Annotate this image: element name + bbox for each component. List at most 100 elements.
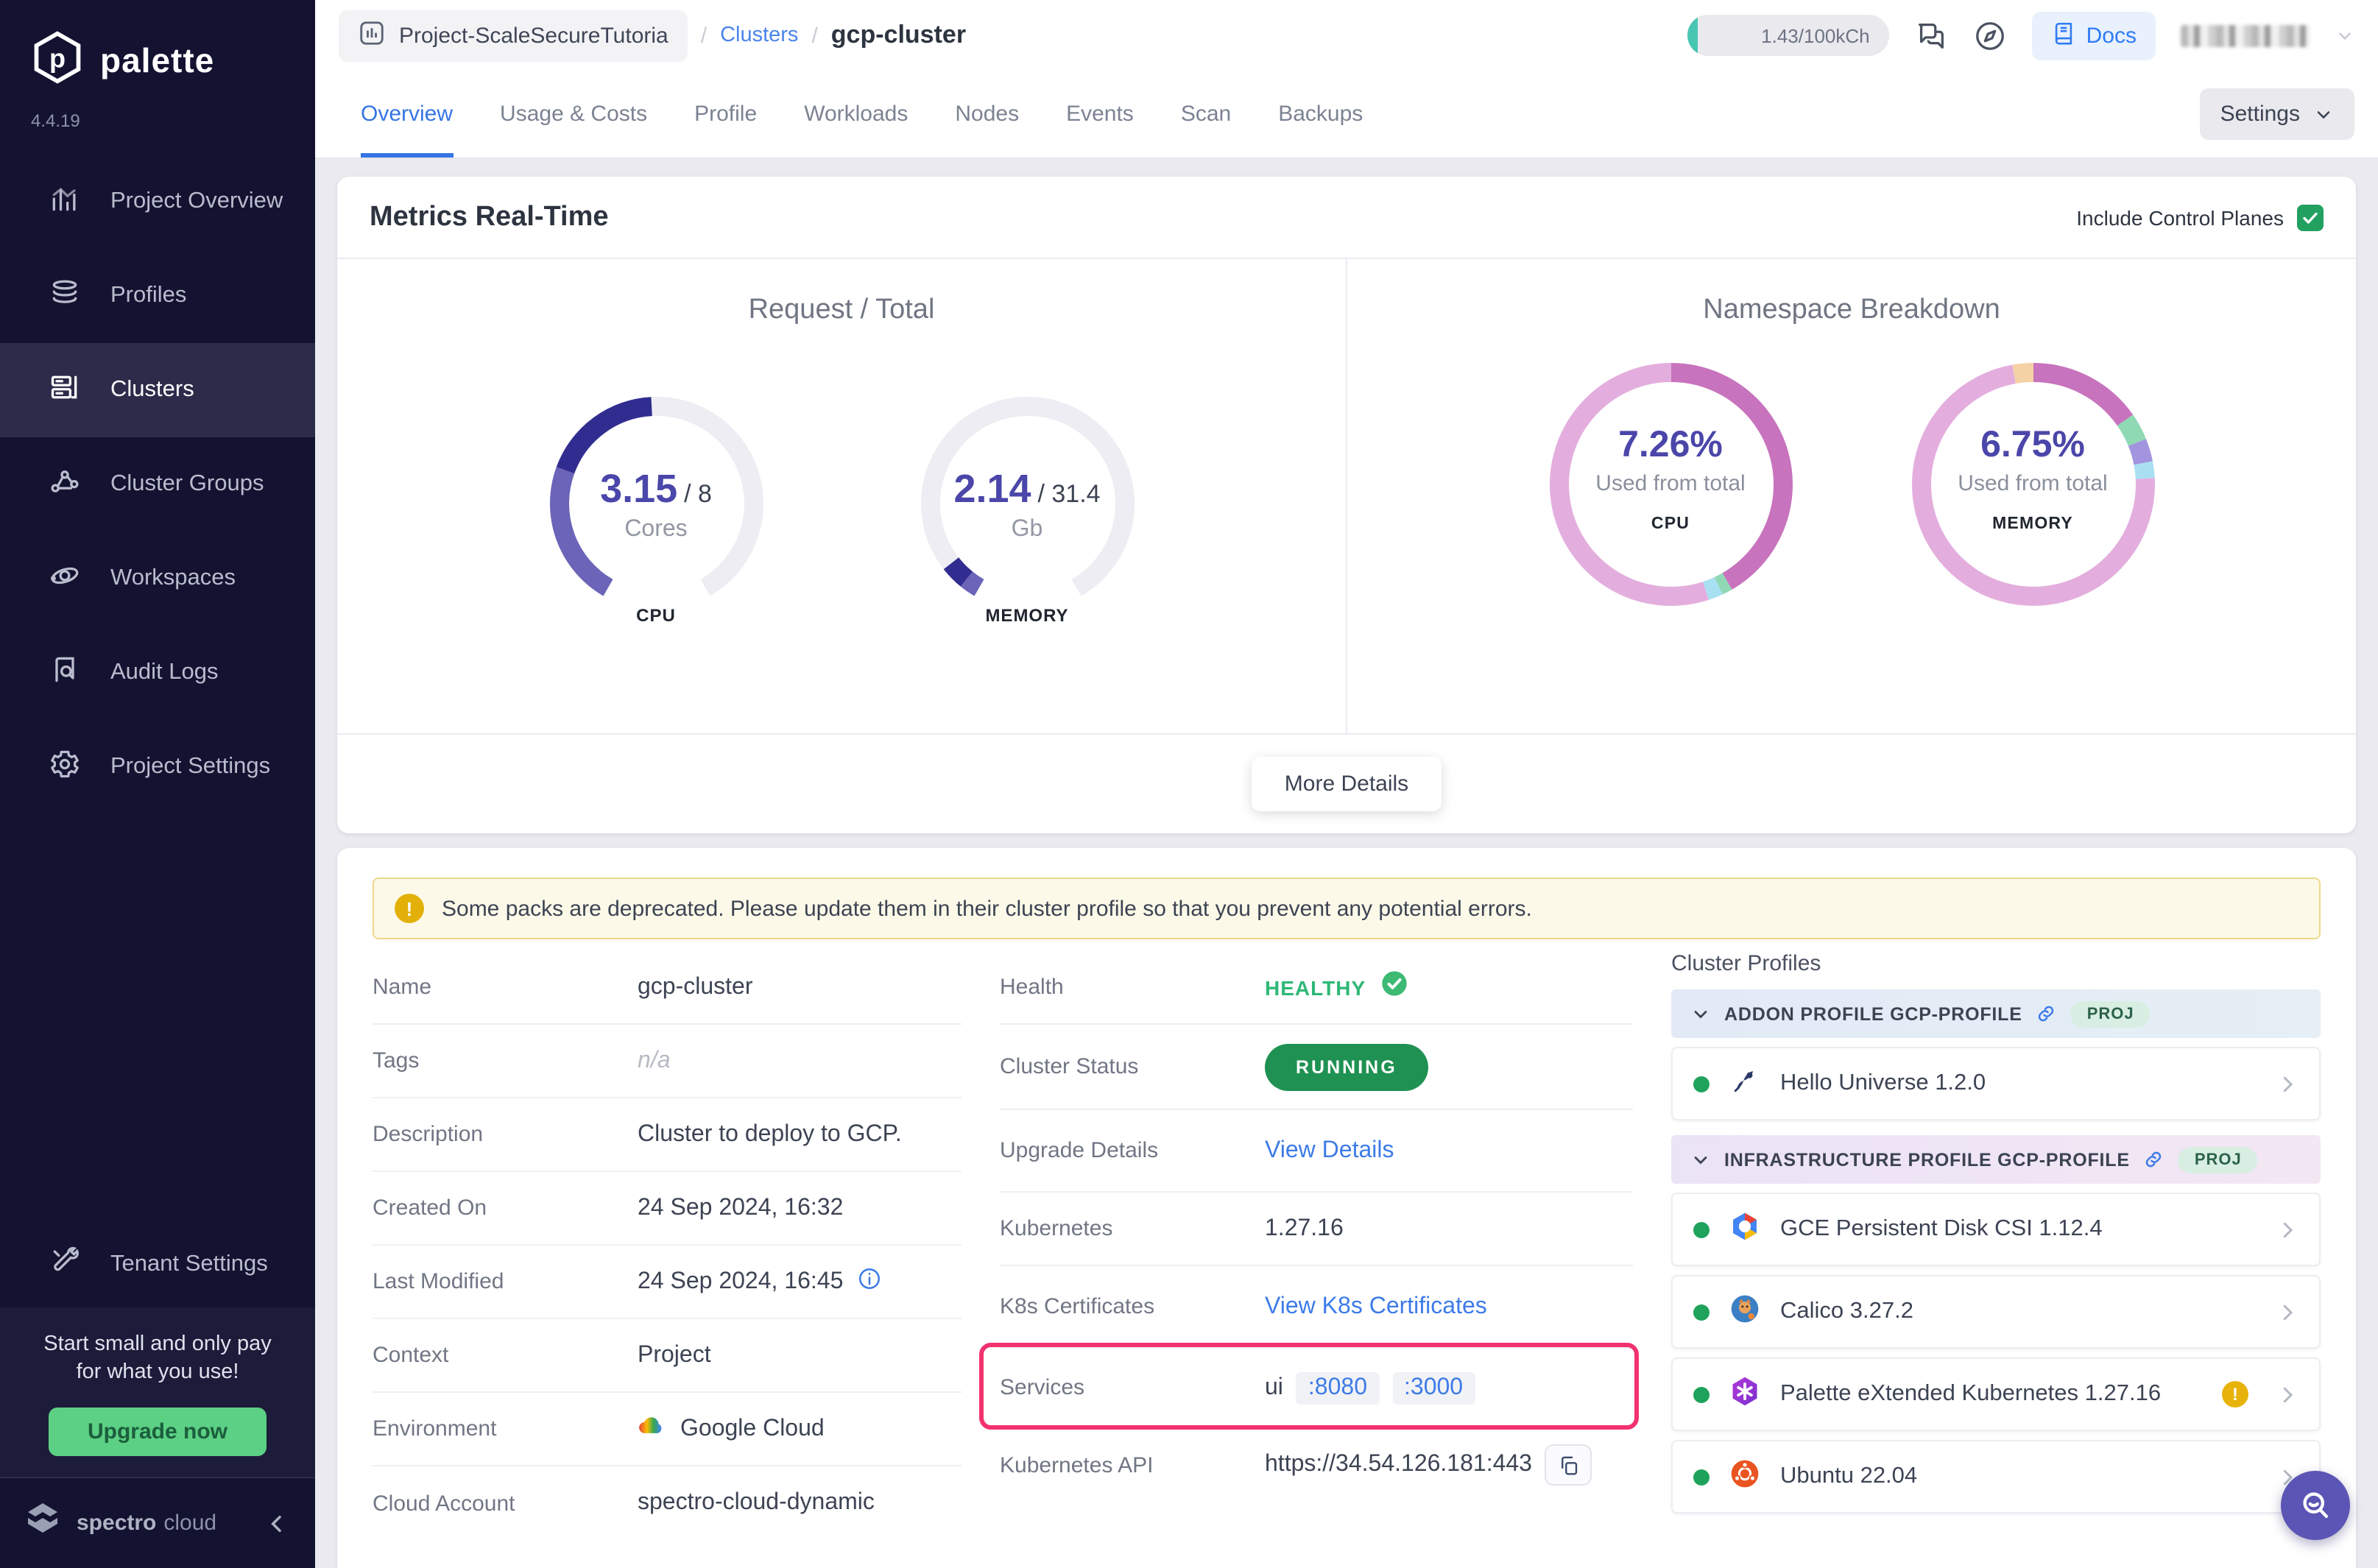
app-window: p palette 4.4.19 Project Overview Profil… — [0, 0, 2378, 1568]
description-value: Cluster to deploy to GCP. — [638, 1121, 902, 1148]
settings-dropdown-button[interactable]: Settings — [2200, 88, 2354, 140]
row-last-modified: Last Modified 24 Sep 2024, 16:45 — [373, 1246, 962, 1319]
tab-workloads[interactable]: Workloads — [804, 71, 908, 158]
include-control-planes-checkbox[interactable] — [2297, 204, 2324, 230]
sidebar-item-tenant-settings[interactable]: Tenant Settings — [0, 1222, 315, 1307]
cluster-name-value: gcp-cluster — [638, 974, 753, 1000]
cloud-account-value: spectro-cloud-dynamic — [638, 1490, 875, 1516]
memory-namespace-donut: 6.75% Used from total MEMORY — [1908, 359, 2158, 610]
doc-search-icon — [49, 653, 81, 693]
chevron-right-icon — [2276, 1383, 2298, 1405]
tab-usage-costs[interactable]: Usage & Costs — [500, 71, 647, 158]
sidebar-item-profiles[interactable]: Profiles — [0, 249, 315, 343]
pack-row-gce-disk[interactable]: GCE Persistent Disk CSI 1.12.4 — [1671, 1193, 2321, 1266]
pack-row-hello-universe[interactable]: Hello Universe 1.2.0 — [1671, 1047, 2321, 1120]
tab-overview[interactable]: Overview — [361, 71, 453, 158]
tab-profile[interactable]: Profile — [694, 71, 757, 158]
user-menu-chevron-down-icon[interactable] — [2335, 26, 2354, 45]
breadcrumb-clusters-link[interactable]: Clusters — [720, 24, 798, 47]
memory-request-value: 2.14 — [953, 467, 1031, 511]
pack-row-palette-extended-kubernetes[interactable]: Palette eXtended Kubernetes 1.27.16 ! — [1671, 1357, 2321, 1431]
pack-status-dot — [1693, 1386, 1710, 1402]
sidebar-item-project-settings[interactable]: Project Settings — [0, 720, 315, 814]
sidebar-item-cluster-groups[interactable]: Cluster Groups — [0, 437, 315, 532]
row-upgrade-details: Upgrade Details View Details — [1000, 1110, 1633, 1193]
pack-row-calico[interactable]: Calico 3.27.2 — [1671, 1275, 2321, 1349]
proj-scope-badge: PROJ — [2071, 1000, 2151, 1027]
brand-spectro: spectro — [77, 1511, 156, 1536]
docs-button[interactable]: Docs — [2032, 11, 2156, 60]
namespace-breakdown-title: Namespace Breakdown — [1703, 294, 2000, 327]
explore-compass-icon[interactable] — [1973, 18, 2007, 52]
breadcrumb-separator: / — [701, 23, 707, 48]
service-port-3000-link[interactable]: :3000 — [1392, 1371, 1475, 1404]
magnifier-smile-icon — [2296, 1486, 2335, 1525]
info-icon[interactable] — [856, 1265, 881, 1298]
tab-scan[interactable]: Scan — [1181, 71, 1231, 158]
cluster-status-pill[interactable]: RUNNING — [1265, 1043, 1428, 1090]
cpu-namespace-donut: 7.26% Used from total CPU — [1545, 359, 1796, 610]
promo-text: Start small and only pay for what you us… — [15, 1331, 300, 1388]
cluster-status-column: Health HEALTHY Cluster Status RUNNING — [1000, 951, 1633, 1540]
memory-used-percent: 6.75% — [1908, 424, 2158, 467]
view-k8s-certificates-link[interactable]: View K8s Certificates — [1265, 1293, 1487, 1320]
tab-backups[interactable]: Backups — [1278, 71, 1363, 158]
pack-row-ubuntu[interactable]: Ubuntu 22.04 — [1671, 1440, 2321, 1514]
project-chart-icon — [358, 18, 386, 52]
cluster-details-card: ! Some packs are deprecated. Please upda… — [337, 848, 2356, 1568]
svg-text:p: p — [49, 43, 66, 73]
row-k8s-certificates: K8s Certificates View K8s Certificates — [1000, 1266, 1633, 1349]
breadcrumb-current-cluster: gcp-cluster — [831, 21, 966, 50]
view-details-link[interactable]: View Details — [1265, 1137, 1394, 1164]
copy-api-url-button[interactable] — [1545, 1444, 1592, 1486]
sidebar-item-audit-logs[interactable]: Audit Logs — [0, 626, 315, 720]
sidebar: p palette 4.4.19 Project Overview Profil… — [0, 0, 315, 1568]
project-selector[interactable]: Project-ScaleSecureTutoria — [339, 10, 688, 61]
feedback-chat-icon[interactable] — [1914, 18, 1948, 52]
tab-nodes[interactable]: Nodes — [955, 71, 1019, 158]
upgrade-now-button[interactable]: Upgrade now — [49, 1408, 266, 1456]
book-icon — [2051, 20, 2076, 51]
palette-logo-icon: p — [29, 29, 85, 93]
top-bar: Project-ScaleSecureTutoria / Clusters / … — [315, 0, 2378, 71]
sidebar-item-project-overview[interactable]: Project Overview — [0, 155, 315, 249]
pack-status-dot — [1693, 1076, 1710, 1092]
more-details-button[interactable]: More Details — [1252, 757, 1441, 811]
chevron-down-icon — [1690, 1003, 1711, 1024]
spectro-cloud-logo-icon — [24, 1500, 62, 1546]
row-cluster-status: Cluster Status RUNNING — [1000, 1025, 1633, 1110]
chevron-right-icon — [2276, 1218, 2298, 1240]
chevron-right-icon — [2276, 1073, 2298, 1095]
service-port-8080-link[interactable]: :8080 — [1296, 1371, 1379, 1404]
breadcrumb-separator: / — [811, 23, 817, 48]
user-name-redacted[interactable] — [2181, 24, 2310, 46]
gear-icon — [49, 747, 81, 787]
usage-quota-pill[interactable]: 1.43/100kCh — [1687, 15, 1889, 56]
brand-cloud: cloud — [163, 1511, 216, 1536]
addon-profile-header[interactable]: ADDON PROFILE GCP-PROFILE PROJ — [1671, 989, 2321, 1038]
memory-unit: Gb — [909, 517, 1145, 543]
tools-icon — [49, 1245, 81, 1285]
warning-icon: ! — [395, 894, 424, 923]
infrastructure-profile-header[interactable]: INFRASTRUCTURE PROFILE GCP-PROFILE PROJ — [1671, 1135, 2321, 1184]
tab-events[interactable]: Events — [1066, 71, 1134, 158]
sidebar-collapse-icon[interactable] — [265, 1511, 289, 1535]
cpu-used-percent: 7.26% — [1545, 424, 1796, 467]
search-assistant-fab[interactable] — [2281, 1471, 2350, 1540]
app-name: palette — [100, 41, 214, 81]
main-area: Project-ScaleSecureTutoria / Clusters / … — [315, 0, 2378, 1568]
tags-value: n/a — [638, 1048, 671, 1074]
chevron-down-icon — [2313, 104, 2334, 124]
sidebar-footer: spectro cloud — [0, 1477, 315, 1568]
calico-icon — [1729, 1292, 1761, 1332]
page-content: Metrics Real-Time Include Control Planes… — [315, 159, 2378, 1568]
bar-chart-icon — [49, 182, 81, 222]
orbit-icon — [49, 559, 81, 598]
sidebar-item-clusters[interactable]: Clusters — [0, 343, 315, 437]
chevron-right-icon — [2276, 1301, 2298, 1323]
sidebar-item-workspaces[interactable]: Workspaces — [0, 532, 315, 626]
top-bar-right: 1.43/100kCh Docs — [1687, 11, 2354, 60]
kubernetes-version-value: 1.27.16 — [1265, 1215, 1344, 1242]
layers-icon — [49, 276, 81, 316]
healthy-check-icon — [1379, 969, 1408, 1006]
